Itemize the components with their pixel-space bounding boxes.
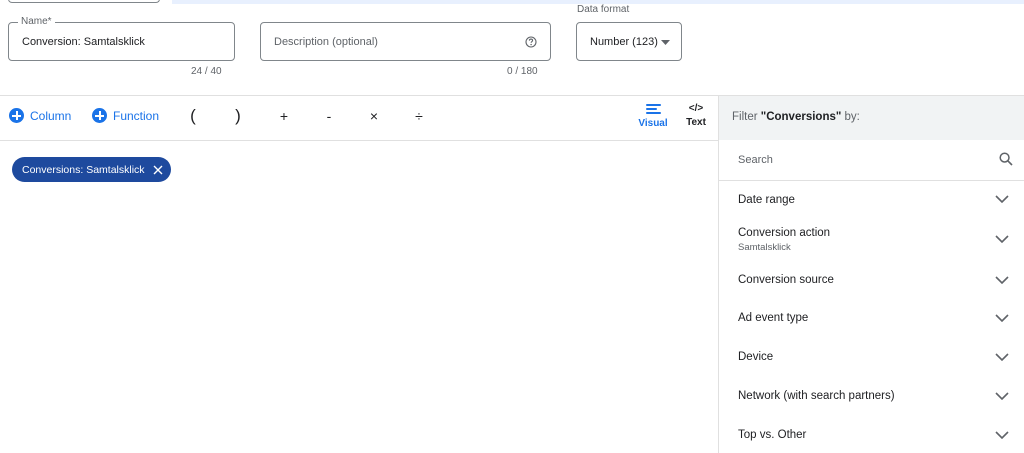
filter-item-device[interactable]: Device — [719, 340, 1024, 378]
add-column-label: Column — [30, 108, 72, 123]
description-field[interactable]: Description (optional) — [260, 22, 551, 61]
text-mode-label: Text — [686, 117, 706, 128]
filter-item-date-range[interactable]: Date range — [719, 181, 1024, 219]
plus-circle-icon — [92, 108, 107, 123]
name-counter: 24 / 40 — [191, 66, 222, 77]
filter-search-placeholder: Search — [738, 154, 773, 166]
description-counter: 0 / 180 — [507, 66, 538, 77]
filter-item-label: Network (with search partners) — [738, 390, 895, 402]
open-paren-button[interactable]: ( — [185, 106, 201, 126]
chevron-down-icon — [995, 235, 1009, 243]
editor-divider — [0, 140, 718, 141]
plus-circle-icon — [9, 108, 24, 123]
add-function-button[interactable]: Function — [92, 108, 159, 123]
visual-mode-button[interactable]: Visual — [633, 103, 673, 129]
filter-item-label: Conversion source — [738, 274, 834, 286]
data-format-label: Data format — [577, 4, 630, 15]
add-column-button[interactable]: Column — [9, 108, 71, 123]
help-icon[interactable] — [525, 36, 537, 48]
description-placeholder: Description (optional) — [274, 36, 378, 48]
filter-item-label: Ad event type — [738, 312, 809, 324]
chevron-down-icon — [995, 431, 1009, 439]
add-function-label: Function — [113, 108, 160, 123]
filter-search[interactable]: Search — [719, 140, 1024, 181]
filter-item-network[interactable]: Network (with search partners) — [719, 378, 1024, 417]
name-value: Conversion: Samtalsklick — [22, 36, 145, 48]
search-icon[interactable] — [999, 152, 1013, 166]
filter-item-ad-event-type[interactable]: Ad event type — [719, 301, 1024, 340]
chevron-down-icon — [995, 353, 1009, 361]
chevron-down-icon — [995, 195, 1009, 203]
filter-item-label: Device — [738, 351, 774, 363]
chevron-down-icon — [995, 392, 1009, 400]
minus-operator-button[interactable]: - — [321, 108, 337, 124]
close-paren-button[interactable]: ) — [230, 106, 246, 126]
filter-panel-title: Filter "Conversions" by: — [732, 111, 860, 123]
name-label: Name* — [18, 16, 55, 27]
close-icon[interactable] — [153, 165, 163, 175]
data-format-value: Number (123) — [590, 36, 658, 48]
chevron-down-icon — [995, 276, 1009, 284]
plus-operator-button[interactable]: + — [276, 108, 292, 124]
filter-item-conversion-source[interactable]: Conversion source — [719, 263, 1024, 301]
filter-panel-header: Filter "Conversions" by: — [719, 96, 1024, 140]
visual-mode-label: Visual — [638, 118, 668, 129]
formula-chip-label: Conversions: Samtalsklick — [22, 163, 145, 176]
filter-panel: Filter "Conversions" by: Search Date ran… — [718, 96, 1024, 453]
top-partial-field — [8, 0, 160, 3]
data-format-select[interactable]: Number (123) — [576, 22, 682, 61]
name-field[interactable]: Name* Conversion: Samtalsklick — [8, 16, 235, 61]
visual-mode-icon — [645, 104, 661, 115]
filter-item-label: Top vs. Other — [738, 429, 807, 441]
filter-item-conversion-action[interactable]: Conversion action Samtalsklick — [719, 219, 1024, 263]
filter-item-label: Date range — [738, 194, 795, 206]
divide-operator-button[interactable]: ÷ — [411, 108, 427, 124]
text-mode-button[interactable]: </> Text — [678, 103, 714, 128]
chevron-down-icon — [995, 314, 1009, 322]
dropdown-arrow-icon — [661, 40, 670, 45]
code-icon: </> — [688, 103, 704, 114]
multiply-operator-button[interactable]: × — [366, 108, 382, 124]
filter-item-sublabel: Samtalsklick — [738, 242, 791, 253]
filter-item-top-vs-other[interactable]: Top vs. Other — [719, 417, 1024, 453]
filter-item-label: Conversion action — [738, 227, 831, 239]
formula-chip[interactable]: Conversions: Samtalsklick — [12, 157, 171, 182]
